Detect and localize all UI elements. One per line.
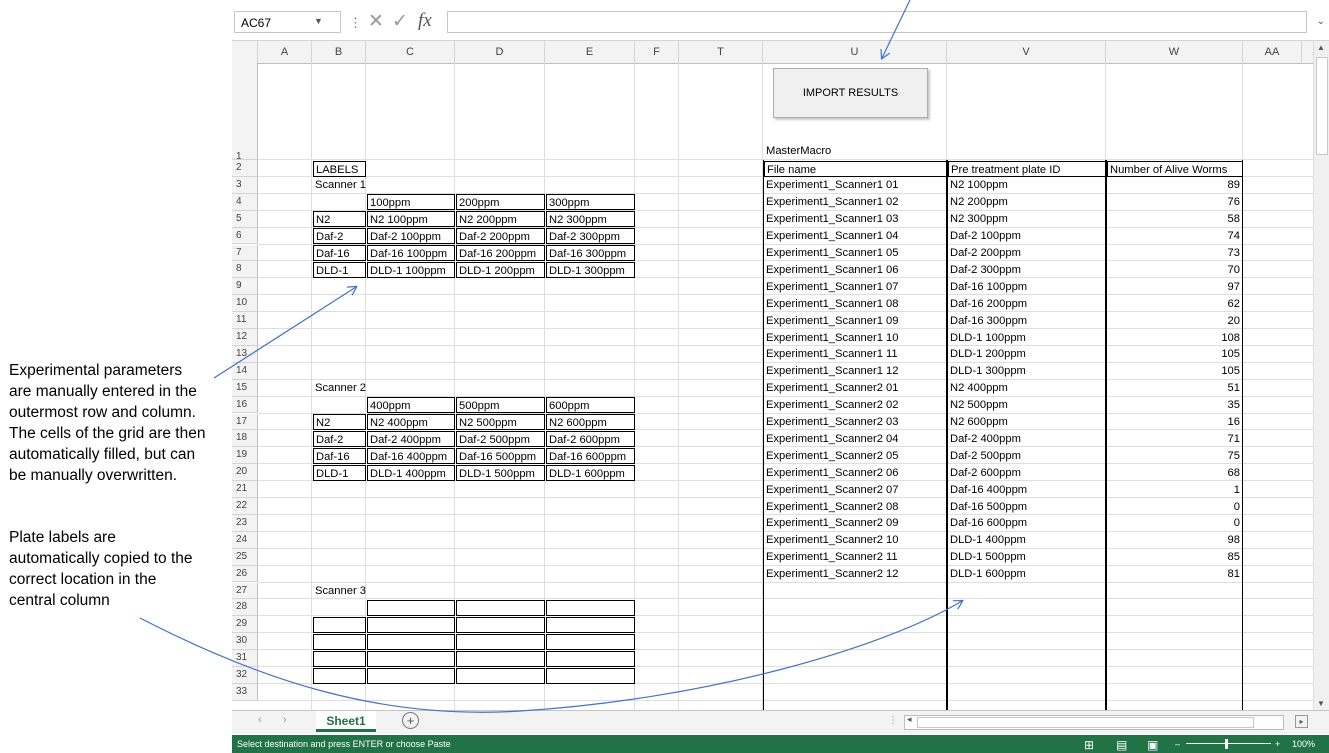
annotation-arrows xyxy=(139,0,1329,713)
import-arrow xyxy=(882,0,911,58)
plate-labels-arrow xyxy=(139,601,962,713)
parameters-arrow xyxy=(213,287,356,379)
